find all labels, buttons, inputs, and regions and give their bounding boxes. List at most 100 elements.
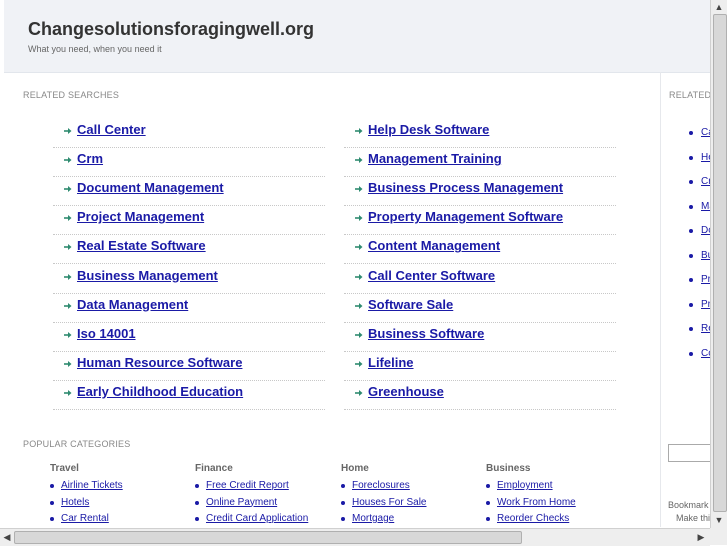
category-link[interactable]: Mortgage <box>352 513 394 524</box>
related-search-link[interactable]: Iso 14001 <box>77 326 136 341</box>
bullet-icon <box>689 155 693 160</box>
related-search-item[interactable]: Help Desk Software <box>344 118 616 148</box>
arrow-right-icon <box>64 389 72 396</box>
category-link[interactable]: Free Credit Report <box>206 480 289 491</box>
related-search-item[interactable]: Business Process Management <box>344 176 616 207</box>
arrow-right-icon <box>355 331 363 338</box>
related-search-link[interactable]: Help Desk Software <box>368 122 489 137</box>
site-title[interactable]: Changesolutionsforagingwell.org <box>28 19 314 40</box>
category-title: Travel <box>50 463 79 474</box>
category-link[interactable]: Houses For Sale <box>352 497 426 508</box>
scroll-up-icon[interactable]: ▲ <box>712 0 726 14</box>
related-search-item[interactable]: Call Center Software <box>344 264 616 294</box>
related-search-item[interactable]: Greenhouse <box>344 380 616 410</box>
category-link[interactable]: Employment <box>497 480 553 491</box>
related-search-link[interactable]: Document Management <box>77 180 224 195</box>
scroll-right-icon[interactable]: ▶ <box>694 530 708 544</box>
scrollbar-corner <box>710 528 727 545</box>
site-tagline: What you need, when you need it <box>28 44 162 54</box>
category-title: Business <box>486 463 531 474</box>
arrow-right-icon <box>355 244 363 251</box>
scroll-down-icon[interactable]: ▼ <box>712 513 726 527</box>
related-search-item[interactable]: Document Management <box>53 176 325 207</box>
related-searches-heading: RELATED SEARCHES <box>23 90 120 100</box>
arrow-right-icon <box>64 157 72 164</box>
arrow-right-icon <box>355 157 363 164</box>
related-search-link[interactable]: Content Management <box>368 238 500 253</box>
related-search-link[interactable]: Lifeline <box>368 355 414 370</box>
related-search-item[interactable]: Human Resource Software <box>53 351 325 381</box>
horizontal-scrollbar[interactable]: ◀ ▶ <box>0 528 710 546</box>
category-title: Finance <box>195 463 233 474</box>
arrow-right-icon <box>355 302 363 309</box>
sidebar-search-input[interactable] <box>668 444 712 462</box>
related-search-link[interactable]: Management Training <box>368 151 502 166</box>
related-search-item[interactable]: Management Training <box>344 147 616 178</box>
arrow-right-icon <box>355 215 363 222</box>
make-homepage-text[interactable]: Make thi <box>676 513 710 523</box>
bullet-icon <box>195 500 199 505</box>
bullet-icon <box>689 327 693 331</box>
category-title: Home <box>341 463 369 474</box>
related-search-link[interactable]: Greenhouse <box>368 384 444 399</box>
related-search-link[interactable]: Early Childhood Education <box>77 384 243 399</box>
related-search-item[interactable]: Lifeline <box>344 351 616 381</box>
bullet-icon <box>195 517 199 521</box>
vertical-scroll-thumb[interactable] <box>713 14 727 512</box>
related-search-item[interactable]: Software Sale <box>344 293 616 323</box>
related-search-item[interactable]: Iso 14001 <box>53 322 325 352</box>
related-search-link[interactable]: Call Center Software <box>368 268 495 283</box>
arrow-right-icon <box>355 186 363 193</box>
scroll-left-icon[interactable]: ◀ <box>0 530 14 544</box>
related-search-item[interactable]: Data Management <box>53 293 325 323</box>
related-search-link[interactable]: Business Management <box>77 268 218 283</box>
bullet-icon <box>689 180 693 184</box>
related-search-link[interactable]: Call Center <box>77 122 146 137</box>
category-link[interactable]: Credit Card Application <box>206 513 308 524</box>
related-search-link[interactable]: Project Management <box>77 209 204 224</box>
related-search-item[interactable]: Call Center <box>53 118 325 148</box>
related-search-link[interactable]: Crm <box>77 151 103 166</box>
arrow-right-icon <box>355 273 363 280</box>
arrow-right-icon <box>355 360 363 367</box>
related-search-item[interactable]: Business Management <box>53 264 325 294</box>
related-search-item[interactable]: Content Management <box>344 234 616 265</box>
vertical-scrollbar[interactable]: ▲ ▼ <box>710 0 727 528</box>
category-link[interactable]: Airline Tickets <box>61 480 123 491</box>
bullet-icon <box>689 302 693 307</box>
bullet-icon <box>689 131 693 135</box>
category-link[interactable]: Hotels <box>61 497 89 508</box>
bookmark-text[interactable]: Bookmark <box>668 500 709 510</box>
related-search-item[interactable]: Project Management <box>53 205 325 236</box>
arrow-right-icon <box>64 302 72 309</box>
popular-categories-heading: POPULAR CATEGORIES <box>23 439 131 449</box>
related-search-link[interactable]: Property Management Software <box>368 209 563 224</box>
related-search-item[interactable]: Early Childhood Education <box>53 380 325 410</box>
bullet-icon <box>689 278 693 282</box>
related-search-link[interactable]: Human Resource Software <box>77 355 242 370</box>
arrow-right-icon <box>64 244 72 251</box>
bullet-icon <box>689 253 693 258</box>
category-link[interactable]: Reorder Checks <box>497 513 569 524</box>
category-link[interactable]: Work From Home <box>497 497 576 508</box>
bullet-icon <box>195 484 199 488</box>
category-link[interactable]: Car Rental <box>61 513 109 524</box>
arrow-right-icon <box>64 360 72 367</box>
category-link[interactable]: Foreclosures <box>352 480 410 491</box>
bullet-icon <box>486 500 490 505</box>
bullet-icon <box>50 484 54 488</box>
related-search-link[interactable]: Business Process Management <box>368 180 563 195</box>
related-search-item[interactable]: Property Management Software <box>344 205 616 236</box>
horizontal-scroll-thumb[interactable] <box>14 531 522 544</box>
related-search-link[interactable]: Software Sale <box>368 297 453 312</box>
related-search-item[interactable]: Real Estate Software <box>53 234 325 265</box>
related-search-link[interactable]: Real Estate Software <box>77 238 206 253</box>
related-search-link[interactable]: Business Software <box>368 326 484 341</box>
bullet-icon <box>50 517 54 521</box>
category-link[interactable]: Online Payment <box>206 497 277 508</box>
bullet-icon <box>689 229 693 233</box>
related-search-item[interactable]: Business Software <box>344 322 616 352</box>
bullet-icon <box>689 351 693 356</box>
related-search-link[interactable]: Data Management <box>77 297 188 312</box>
related-search-item[interactable]: Crm <box>53 147 325 178</box>
